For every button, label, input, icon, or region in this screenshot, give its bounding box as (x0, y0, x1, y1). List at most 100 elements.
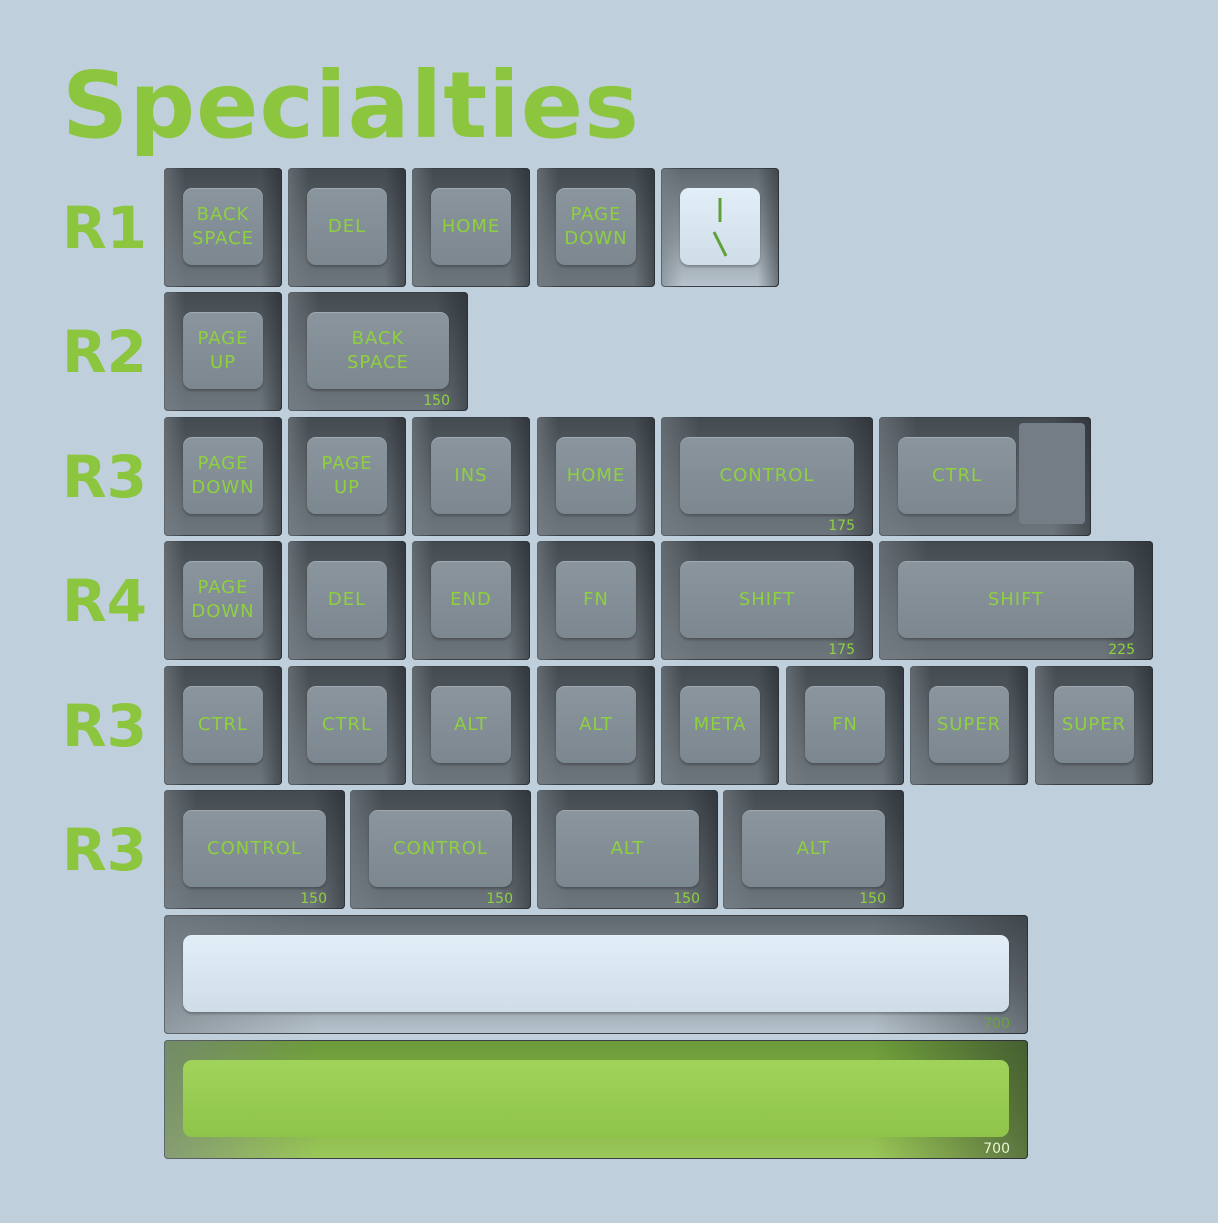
keycap: BACK SPACE 150 (288, 292, 468, 411)
keycap-step (1019, 423, 1085, 524)
keycap-face: FN (805, 686, 885, 763)
keycap-legend: ALT (454, 713, 488, 735)
page-title: Specialties (62, 52, 640, 159)
keycap: DEL (288, 541, 406, 660)
keycap-legend: CONTROL (207, 837, 302, 859)
clock-icon (712, 197, 728, 257)
keycap-size-label: 700 (983, 1016, 1010, 1032)
keycap-face: CONTROL (369, 810, 512, 887)
keycap-legend: ALT (579, 713, 613, 735)
keycap-legend: HOME (566, 464, 626, 486)
keycap-legend: DEL (327, 588, 367, 610)
keycap (661, 168, 779, 287)
keycap-face: ALT (556, 686, 636, 763)
keycap-legend: ALT (796, 837, 831, 859)
keycap-legend: META (693, 713, 747, 735)
keycap-face: HOME (556, 437, 636, 514)
row-label: R3 (62, 816, 148, 884)
keycap-face: CONTROL (183, 810, 326, 887)
keycap-face (183, 1060, 1009, 1137)
keycap: FN (786, 666, 904, 785)
keycap-face: SUPER (929, 686, 1009, 763)
keycap: 700 (164, 1040, 1028, 1159)
keycap: CTRL (164, 666, 282, 785)
keycap-face: CTRL (307, 686, 387, 763)
row-label: R3 (62, 692, 148, 760)
keycap-legend: FN (583, 588, 609, 610)
keycap-size-label: 175 (828, 642, 855, 658)
keycap-face: SHIFT (898, 561, 1134, 638)
keycap-face: CONTROL (680, 437, 854, 514)
row-label: R2 (62, 318, 148, 386)
keycap-face: PAGE DOWN (556, 188, 636, 265)
keycap: CONTROL 150 (350, 790, 531, 909)
keycap-legend: BACK SPACE (191, 203, 255, 249)
keycap-face: PAGE UP (183, 312, 263, 389)
keycap-face: BACK SPACE (307, 312, 449, 389)
keycap-size-label: 175 (828, 518, 855, 534)
row-label: R1 (62, 194, 148, 262)
keycap-face: ALT (556, 810, 699, 887)
keycap: SHIFT 175 (661, 541, 873, 660)
keycap-size-label: 150 (486, 891, 513, 907)
keycap: SHIFT 225 (879, 541, 1153, 660)
keycap-face: CTRL (183, 686, 263, 763)
keycap-face: CTRL (898, 437, 1016, 514)
keycap: CTRL (879, 417, 1091, 536)
keycap: PAGE DOWN (164, 417, 282, 536)
keycap-legend: HOME (441, 215, 501, 237)
keycap: PAGE DOWN (164, 541, 282, 660)
keycap-face: SHIFT (680, 561, 854, 638)
keycap-face: ALT (742, 810, 885, 887)
keycap-legend: PAGE UP (321, 452, 373, 498)
keycap-legend: PAGE DOWN (191, 576, 255, 622)
keycap-face: INS (431, 437, 511, 514)
keycap-face: HOME (431, 188, 511, 265)
keycap: ALT 150 (537, 790, 718, 909)
keycap-legend: PAGE DOWN (191, 452, 255, 498)
keycap-size-label: 225 (1108, 642, 1135, 658)
keycap: INS (412, 417, 530, 536)
keycap-legend: ALT (610, 837, 645, 859)
keycap-face: BACK SPACE (183, 188, 263, 265)
keycap-legend: FN (832, 713, 858, 735)
keycap: FN (537, 541, 655, 660)
keycap-face: SUPER (1054, 686, 1134, 763)
keycap-legend: SHIFT (738, 588, 796, 610)
keycap: BACK SPACE (164, 168, 282, 287)
keycap-size-label: 150 (673, 891, 700, 907)
keycap: SUPER (1035, 666, 1153, 785)
keycap-face: PAGE DOWN (183, 437, 263, 514)
keycap: CTRL (288, 666, 406, 785)
row-label: R3 (62, 443, 148, 511)
keycap-size-label: 150 (300, 891, 327, 907)
keycap: ALT (537, 666, 655, 785)
keycap-face: DEL (307, 188, 387, 265)
keycap: META (661, 666, 779, 785)
keycap-face (183, 935, 1009, 1012)
keycap-face: ALT (431, 686, 511, 763)
keycap: DEL (288, 168, 406, 287)
keycap-size-label: 150 (423, 393, 450, 409)
keycap-face: PAGE DOWN (183, 561, 263, 638)
keycap-face: PAGE UP (307, 437, 387, 514)
keycap-legend: CONTROL (393, 837, 488, 859)
keycap-legend: CTRL (197, 713, 249, 735)
keycap: ALT 150 (723, 790, 904, 909)
keycap-legend: DEL (327, 215, 367, 237)
keycap-face: FN (556, 561, 636, 638)
keycap: PAGE UP (164, 292, 282, 411)
keycap: HOME (412, 168, 530, 287)
keycap: SUPER (910, 666, 1028, 785)
keycap-legend: CONTROL (719, 464, 815, 486)
keycap: CONTROL 150 (164, 790, 345, 909)
keycap-legend: SUPER (936, 713, 1002, 735)
keycap: 700 (164, 915, 1028, 1034)
keycap-legend: SUPER (1061, 713, 1127, 735)
keycap-legend: CTRL (321, 713, 373, 735)
keycap-size-label: 700 (983, 1141, 1010, 1157)
keycap: CONTROL 175 (661, 417, 873, 536)
keycap-legend: SHIFT (987, 588, 1045, 610)
keycap-face: META (680, 686, 760, 763)
keycap-face: DEL (307, 561, 387, 638)
